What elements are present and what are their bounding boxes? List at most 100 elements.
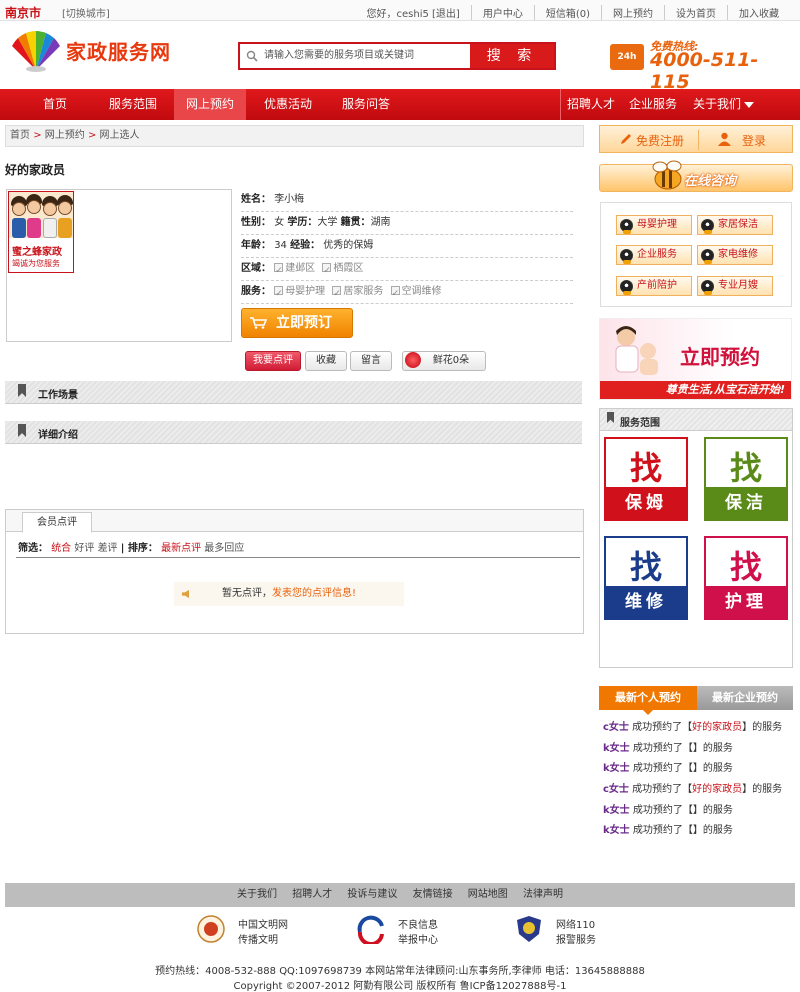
qq-penguin-icon [701,249,714,264]
qq-enterprise[interactable]: 企业服务 [616,245,692,265]
greeting-logout[interactable]: 您好，ceshi5 [退出] [356,5,471,20]
booking-banner[interactable]: 立即预约 尊贵生活,从宝石洁开始! [599,318,792,400]
service-scope-title: 服务范围 [620,418,660,429]
find-cleaner-button[interactable]: 找 保洁 [704,437,788,521]
divider [698,130,699,150]
hotline-number: 4000-511-115 [650,49,759,93]
footer-sitemap[interactable]: 网站地图 [468,889,508,900]
nav-enterprise[interactable]: 企业服务 [624,89,682,120]
book-now-label: 立即预订 [276,315,332,331]
online-booking-link[interactable]: 网上预约 [601,5,664,20]
breadcrumb-home[interactable]: 首页 [10,130,30,141]
user-center-link[interactable]: 用户中心 [470,5,534,20]
report-center-badge[interactable]: 不良信息 举报中心 [356,914,466,946]
nav-service-scope[interactable]: 服务范围 [96,89,170,120]
latest-item[interactable]: k女士 成功预约了【】的服务 [603,739,793,760]
latest-item-name: k女士 [603,742,630,754]
police-shield-icon [517,916,541,942]
nav-online-booking[interactable]: 网上预约 [174,89,246,120]
tab-latest-personal[interactable]: 最新个人预约 [599,686,697,715]
worker-photo[interactable]: 蜜之蜂家政 竭诚为您服务 [8,191,74,273]
auth-box: 免费注册 登录 [599,125,793,153]
switch-city-link[interactable]: [切换城市] [62,5,110,20]
qq-maternity[interactable]: 母婴护理 [616,215,692,235]
footer-complaints[interactable]: 投诉与建议 [347,889,397,900]
latest-item-name: c女士 [603,784,629,796]
tab-member-reviews[interactable]: 会员点评 [22,512,92,533]
flower-button[interactable]: 鲜花0朵 [402,351,486,371]
latest-item-suffix: 】的服务 [692,825,733,837]
latest-item-worker[interactable]: 好的家政员 [692,784,742,795]
qq-home-cleaning[interactable]: 家居保洁 [697,215,773,235]
search-button[interactable]: 搜 索 [470,44,554,68]
footer-friend-links[interactable]: 友情链接 [413,889,453,900]
qq-prenatal-care[interactable]: 产前陪护 [616,276,692,296]
nav-divider [560,89,561,120]
latest-item-suffix: 】的服务 [692,742,733,754]
sort-most-replies[interactable]: 最多回应 [204,543,244,554]
nav-recruitment[interactable]: 招聘人才 [562,89,620,120]
search-input[interactable]: 请输入您需要的服务项目或关键词 [264,44,470,68]
latest-item[interactable]: c女士 成功预约了【好的家政员】的服务 [603,718,793,739]
qq-confinement-nanny[interactable]: 专业月嫂 [697,276,773,296]
nav-home[interactable]: 首页 [20,89,90,120]
book-now-button[interactable]: 立即预订 [241,308,353,338]
civilization-badge[interactable]: 中国文明网 传播文明 [196,914,316,946]
review-panel: 会员点评 筛选： 统合 好评 差评 | 排序： 最新点评 最多回应 暂无点评，发… [5,509,584,634]
latest-item[interactable]: k女士 成功预约了【】的服务 [603,759,793,780]
find-repair-button[interactable]: 找 维修 [604,536,688,620]
review-filter: 筛选： 统合 好评 差评 | 排序： 最新点评 最多回应 [18,543,245,554]
phone-24h-icon: 24h [610,44,644,70]
worker-photo-frame: 蜜之蜂家政 竭诚为您服务 [6,189,232,342]
latest-item-text: 成功预约了【 [632,763,693,775]
worker-education: 大学 [317,217,338,228]
bookmark-icon [18,424,26,437]
messages-link[interactable]: 短信箱(0) [533,5,601,20]
register-button[interactable]: 免费注册 [636,132,684,149]
hotline: 24h 免费热线: 4000-511-115 [610,38,790,93]
police-110-badge[interactable]: 网络110 报警服务 [514,914,624,946]
user-icon [718,132,731,146]
latest-item[interactable]: k女士 成功预约了【】的服务 [603,821,793,842]
breadcrumb-sep: > [33,130,45,141]
nav-about-us[interactable]: 关于我们 [690,89,744,120]
footer-legal[interactable]: 法律声明 [523,889,563,900]
add-favorite-link[interactable]: 加入收藏 [727,5,790,20]
footer-recruitment[interactable]: 招聘人才 [292,889,332,900]
tab-latest-enterprise[interactable]: 最新企业预约 [697,686,793,710]
filter-all[interactable]: 统合 [51,543,71,554]
latest-item-text: 成功预约了【 [632,742,693,754]
favorite-button[interactable]: 收藏 [305,351,347,371]
login-button[interactable]: 登录 [742,132,766,149]
cartoon-staff-image [9,192,73,238]
nav-promotions[interactable]: 优惠活动 [252,89,324,120]
find-nanny-button[interactable]: 找 保姆 [604,437,688,521]
post-review-link[interactable]: 发表您的点评信息! [272,588,356,599]
latest-item-worker[interactable]: 好的家政员 [692,722,742,733]
section-detail: 详细介绍 [5,421,582,444]
latest-item[interactable]: c女士 成功预约了【好的家政员】的服务 [603,780,793,801]
latest-item[interactable]: k女士 成功预约了【】的服务 [603,801,793,822]
qq-appliance-repair[interactable]: 家电维修 [697,245,773,265]
service-checkbox [274,283,284,305]
top-bar: 南京市 [切换城市] 您好，ceshi5 [退出] 用户中心 短信箱(0) 网上… [0,0,800,21]
filter-good[interactable]: 好评 [74,543,94,554]
online-consult-button[interactable]: 在线咨询 [599,160,793,192]
chevron-down-icon[interactable] [744,101,754,109]
breadcrumb-booking[interactable]: 网上预约 [45,130,85,141]
write-review-button[interactable]: 我要点评 [245,351,301,371]
set-homepage-link[interactable]: 设为首页 [664,5,727,20]
leave-message-button[interactable]: 留言 [350,351,392,371]
service-checkbox [332,283,342,305]
filter-bad[interactable]: 差评 [98,543,118,554]
footer-about[interactable]: 关于我们 [237,889,277,900]
section-work-scene: 工作场景 [5,381,582,404]
cart-icon [250,317,268,329]
site-logo[interactable]: 家政服务网 [10,30,190,72]
banner-slogan: 尊贵生活,从宝石洁开始! [600,381,791,399]
sort-newest[interactable]: 最新点评 [161,543,201,554]
find-care-button[interactable]: 找 护理 [704,536,788,620]
breadcrumb: 首页 > 网上预约 > 网上选人 [5,125,584,147]
qq-penguin-icon [701,219,714,234]
nav-service-qa[interactable]: 服务问答 [330,89,402,120]
